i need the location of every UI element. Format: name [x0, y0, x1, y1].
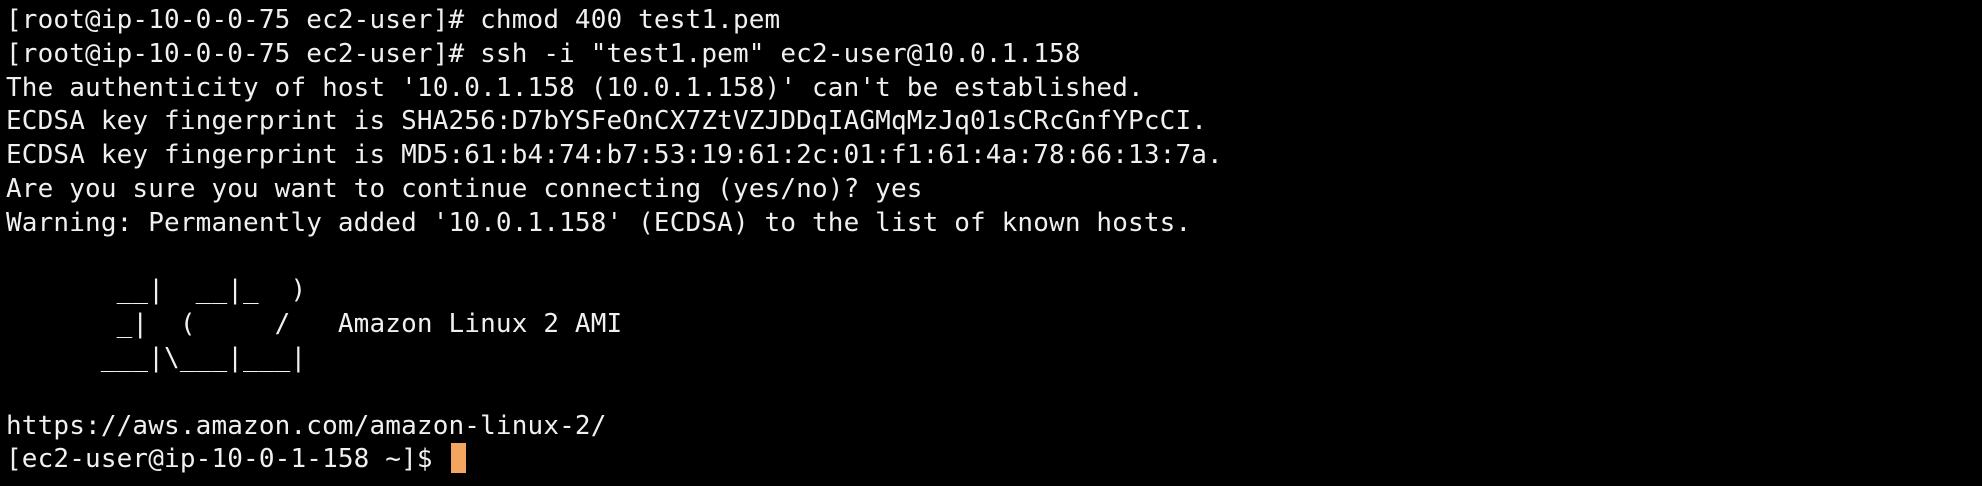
- terminal-line: ECDSA key fingerprint is SHA256:D7bYSFeO…: [6, 106, 1208, 137]
- terminal-window[interactable]: [root@ip-10-0-0-75 ec2-user]# chmod 400 …: [0, 0, 1982, 486]
- command-prompt-line[interactable]: [ec2-user@ip-10-0-1-158 ~]$: [6, 443, 1982, 477]
- terminal-line: The authenticity of host '10.0.1.158 (10…: [6, 72, 1144, 103]
- ascii-logo-line: ___|\___|___|: [6, 342, 307, 373]
- ascii-logo-line: __| __|_ ): [6, 275, 307, 306]
- text-cursor: [450, 443, 466, 474]
- terminal-line: [root@ip-10-0-0-75 ec2-user]# ssh -i "te…: [6, 38, 1081, 69]
- terminal-line: https://aws.amazon.com/amazon-linux-2/: [6, 410, 607, 441]
- terminal-line: Warning: Permanently added '10.0.1.158' …: [6, 207, 1192, 238]
- terminal-line: [root@ip-10-0-0-75 ec2-user]# chmod 400 …: [6, 5, 781, 35]
- terminal-line: ECDSA key fingerprint is MD5:61:b4:74:b7…: [6, 140, 1223, 171]
- terminal-line: Are you sure you want to continue connec…: [6, 173, 923, 204]
- ascii-logo-line: _| ( / Amazon Linux 2 AMI: [6, 309, 623, 340]
- shell-prompt: [ec2-user@ip-10-0-1-158 ~]$: [6, 444, 449, 475]
